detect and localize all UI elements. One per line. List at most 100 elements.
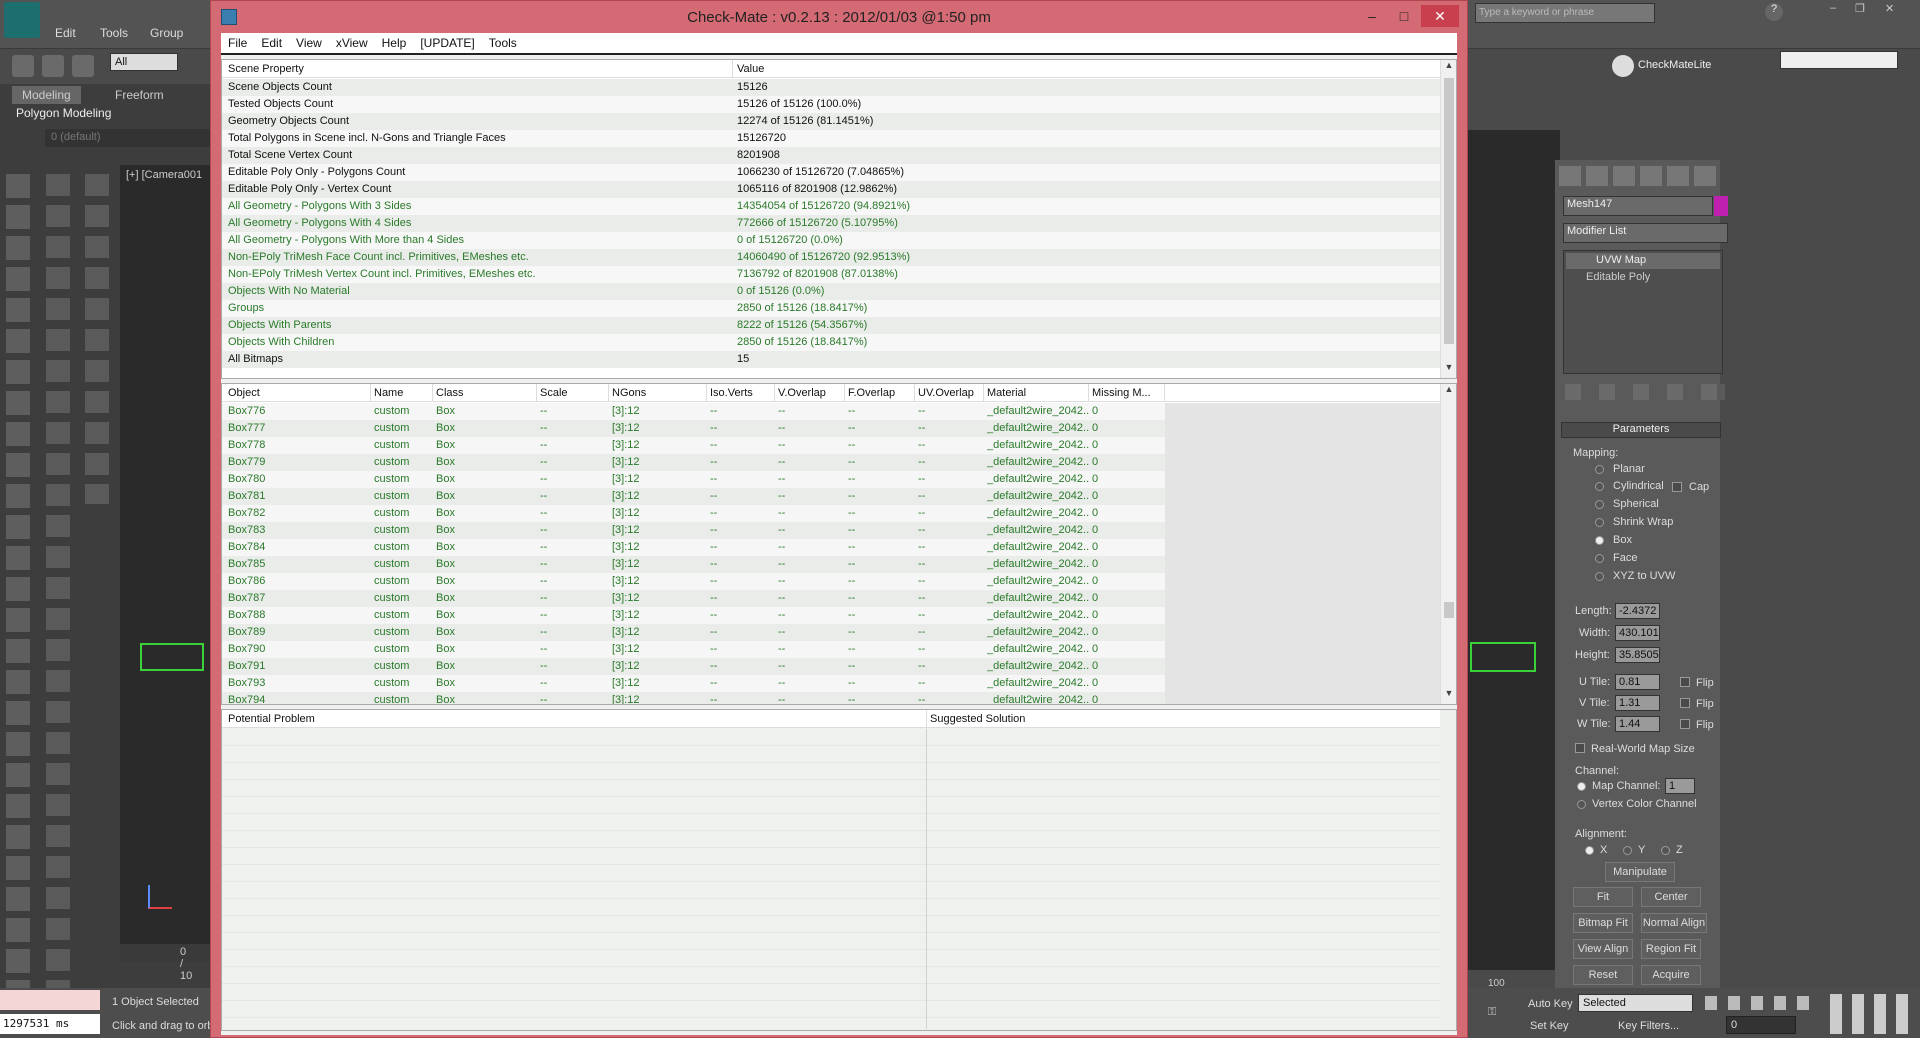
table-row[interactable]: Box782 custom Box -- [3]:12 -- -- -- -- _default2… (222, 505, 1440, 522)
reset-button[interactable]: Reset (1573, 965, 1633, 985)
radio-align-y[interactable] (1623, 846, 1632, 855)
table-row[interactable]: Box785 custom Box -- [3]:12 -- -- -- -- _default2… (222, 556, 1440, 573)
menu-help[interactable]: Help (375, 33, 414, 53)
camera-viewport[interactable]: [+] [Camera001 (120, 165, 220, 950)
close-button[interactable]: ✕ (1421, 5, 1459, 27)
table-row[interactable]: Box786 custom Box -- [3]:12 -- -- -- -- _default2… (222, 573, 1440, 590)
scene-row[interactable]: Editable Poly Only - Vertex Count 1065116… (222, 181, 1440, 198)
uflip-checkbox[interactable] (1680, 677, 1690, 687)
view-align-button[interactable]: View Align (1573, 939, 1633, 959)
table-row[interactable]: Box793 custom Box -- [3]:12 -- -- -- -- _default2… (222, 675, 1440, 692)
scene-row[interactable]: Objects With No Material 0 of 15126 (0.0%… (222, 283, 1440, 300)
search-field[interactable]: Type a keyword or phrase (1475, 3, 1655, 23)
table-row[interactable]: Box781 custom Box -- [3]:12 -- -- -- -- _default2… (222, 488, 1440, 505)
scene-row[interactable]: Total Scene Vertex Count 8201908 (222, 147, 1440, 164)
table-row[interactable]: Box779 custom Box -- [3]:12 -- -- -- -- _default2… (222, 454, 1440, 471)
help-icon[interactable]: ? (1765, 3, 1783, 21)
table-row[interactable]: Box787 custom Box -- [3]:12 -- -- -- -- _default2… (222, 590, 1440, 607)
key-mode-select[interactable]: Selected (1578, 994, 1693, 1012)
maximize-icon[interactable]: ❐ (1855, 2, 1875, 20)
radio-cylindrical[interactable] (1595, 482, 1604, 491)
checkmate-icon[interactable] (1612, 55, 1634, 77)
scene-row[interactable]: Scene Objects Count 15126 (222, 79, 1440, 96)
radio-box[interactable] (1595, 536, 1604, 545)
table-row[interactable]: Box794 custom Box -- [3]:12 -- -- -- -- _default2… (222, 692, 1440, 704)
ribbon-tab-modeling[interactable]: Modeling (12, 86, 81, 104)
menu-xview[interactable]: xView (329, 33, 375, 53)
width-field[interactable]: 430.101 (1615, 625, 1660, 641)
viewport-label[interactable]: [+] [Camera001 (126, 169, 202, 181)
max-logo-icon[interactable] (4, 2, 40, 38)
modifier-list-dropdown[interactable]: Modifier List (1563, 223, 1728, 243)
scene-row[interactable]: Objects With Parents 8222 of 15126 (54.35… (222, 317, 1440, 334)
table-row[interactable]: Box777 custom Box -- [3]:12 -- -- -- -- _default2… (222, 420, 1440, 437)
object-name-field[interactable]: Mesh147 (1563, 196, 1713, 216)
menu-view[interactable]: View (289, 33, 329, 53)
frame-field[interactable]: 0 (1726, 1016, 1796, 1034)
layer-bar[interactable]: 0 (default) (45, 129, 210, 147)
minimize-icon[interactable]: ‒ (1830, 2, 1850, 20)
radio-align-z[interactable] (1661, 846, 1670, 855)
radio-planar[interactable] (1595, 465, 1604, 474)
menu-edit[interactable]: Edit (254, 33, 289, 53)
scroll-up-icon[interactable]: ▲ (1441, 384, 1457, 400)
scroll-down-icon[interactable]: ▼ (1441, 688, 1457, 704)
scene-row[interactable]: All Geometry - Polygons With 4 Sides 7726… (222, 215, 1440, 232)
scene-row[interactable]: Non-EPoly TriMesh Face Count incl. Primi… (222, 249, 1440, 266)
header-value[interactable]: Value (737, 63, 764, 75)
max-menu-edit[interactable]: Edit (55, 26, 76, 40)
objects-scrollbar[interactable]: ▲ ▼ (1440, 384, 1456, 704)
stack-item-uvw-map[interactable]: UVW Map (1566, 253, 1720, 269)
scroll-thumb[interactable] (1444, 602, 1454, 618)
fit-button[interactable]: Fit (1573, 887, 1633, 907)
unlink-icon[interactable] (42, 55, 64, 77)
scroll-down-icon[interactable]: ▼ (1441, 362, 1457, 378)
realworld-checkbox[interactable] (1575, 743, 1585, 753)
parameters-rollout-header[interactable]: Parameters (1561, 422, 1721, 438)
ribbon-tab-freeform[interactable]: Freeform (105, 86, 174, 104)
link-icon[interactable] (12, 55, 34, 77)
window-title[interactable]: Check-Mate : v0.2.13 : 2012/01/03 @1:50 … (211, 1, 1467, 33)
scene-row[interactable]: Geometry Objects Count 12274 of 15126 (81… (222, 113, 1440, 130)
table-row[interactable]: Box788 custom Box -- [3]:12 -- -- -- -- _default2… (222, 607, 1440, 624)
max-menu-tools[interactable]: Tools (100, 26, 128, 40)
wflip-checkbox[interactable] (1680, 719, 1690, 729)
normal-align-button[interactable]: Normal Align (1641, 913, 1707, 933)
scene-properties-list[interactable]: Scene Property Value Scene Objects Count… (221, 59, 1457, 379)
menu-update[interactable]: [UPDATE] (413, 33, 481, 53)
problems-table[interactable]: Potential Problem Suggested Solution (221, 709, 1457, 1031)
selection-filter[interactable]: All (110, 53, 178, 71)
table-row[interactable]: Box790 custom Box -- [3]:12 -- -- -- -- _default2… (222, 641, 1440, 658)
setkey-button[interactable]: Set Key (1530, 1020, 1569, 1032)
scene-row[interactable]: All Geometry - Polygons With More than 4… (222, 232, 1440, 249)
checkmatelite-label[interactable]: CheckMateLite (1638, 59, 1711, 71)
scene-row[interactable]: Tested Objects Count 15126 of 15126 (100.… (222, 96, 1440, 113)
key-filters-button[interactable]: Key Filters... (1618, 1020, 1679, 1032)
vtile-field[interactable]: 1.31 (1615, 695, 1660, 711)
radio-map-channel[interactable] (1577, 782, 1586, 791)
map-channel-field[interactable]: 1 (1665, 778, 1695, 794)
region-fit-button[interactable]: Region Fit (1641, 939, 1701, 959)
bind-icon[interactable] (72, 55, 94, 77)
objects-table[interactable]: Object Name Class Scale NGons Iso.Verts V.Over… (221, 383, 1457, 705)
header-suggested-solution[interactable]: Suggested Solution (930, 713, 1025, 725)
bitmap-fit-button[interactable]: Bitmap Fit (1573, 913, 1633, 933)
autokey-button[interactable]: Auto Key (1528, 998, 1573, 1010)
radio-shrink-wrap[interactable] (1595, 518, 1604, 527)
max-menu-group[interactable]: Group (150, 26, 183, 40)
center-button[interactable]: Center (1641, 887, 1701, 907)
object-color-swatch[interactable] (1714, 196, 1728, 216)
radio-xyz-to-uvw[interactable] (1595, 572, 1604, 581)
header-potential-problem[interactable]: Potential Problem (228, 713, 315, 725)
scene-row[interactable]: Groups 2850 of 15126 (18.8417%) (222, 300, 1440, 317)
scene-row[interactable]: Non-EPoly TriMesh Vertex Count incl. Pri… (222, 266, 1440, 283)
right-viewport[interactable]: 100 (1460, 130, 1560, 989)
menu-file[interactable]: File (221, 33, 254, 53)
close-icon[interactable]: ✕ (1885, 2, 1915, 20)
acquire-button[interactable]: Acquire (1641, 965, 1701, 985)
table-row[interactable]: Box778 custom Box -- [3]:12 -- -- -- -- _default2… (222, 437, 1440, 454)
cap-checkbox[interactable] (1672, 482, 1682, 492)
scroll-up-icon[interactable]: ▲ (1441, 60, 1457, 76)
minimize-button[interactable]: – (1357, 5, 1387, 27)
maxscript-listener[interactable] (0, 990, 100, 1010)
